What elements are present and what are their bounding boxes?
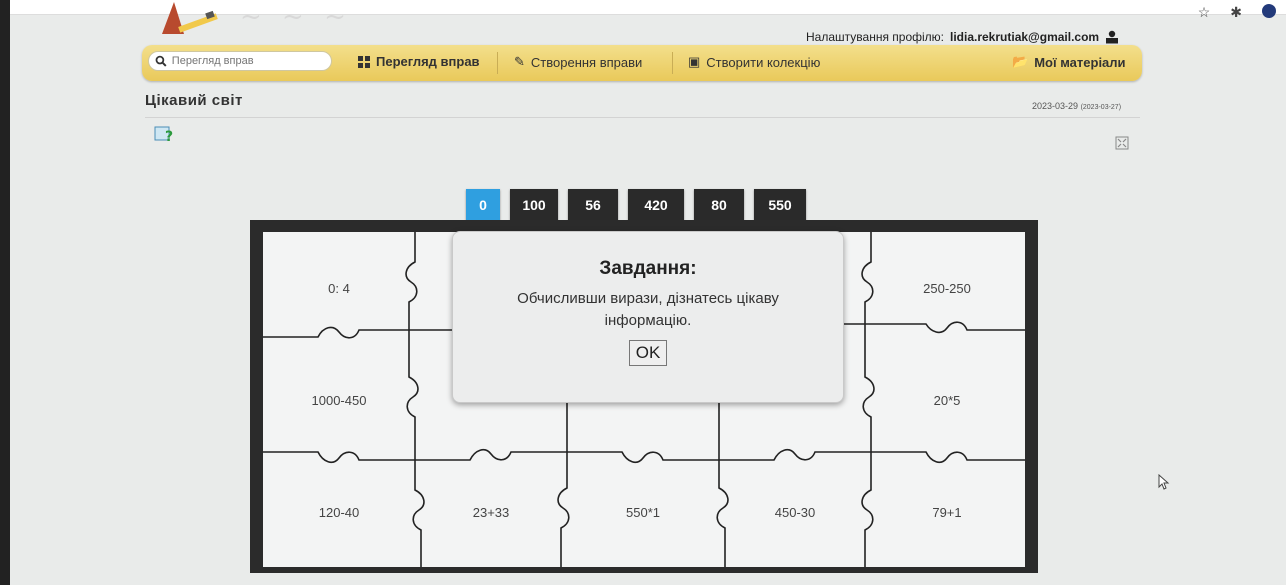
grid-icon [358,55,370,68]
answer-tile[interactable]: 550 [754,189,806,221]
puzzle-piece[interactable]: 1000-450 [263,344,415,456]
star-icon[interactable]: ☆ [1198,4,1211,21]
my-materials-button[interactable]: 📂 Мої матеріали [1012,54,1126,70]
answer-tile[interactable]: 0 [466,189,500,221]
answer-tile[interactable]: 80 [694,189,744,221]
title-divider [145,117,1140,118]
ok-button[interactable]: OK [628,340,668,366]
answer-tiles: 0 100 56 420 80 550 [466,189,806,221]
search-icon [155,55,167,67]
answer-tile[interactable]: 56 [568,189,618,221]
search-box[interactable] [148,51,332,71]
toolbar-divider [672,52,673,74]
view-exercises-label: Перегляд вправ [376,54,480,69]
profile-email[interactable]: lidia.rekrutiak@gmail.com [950,30,1099,44]
puzzle-piece[interactable]: 20*5 [871,344,1023,456]
toolbar-divider [497,52,498,74]
page-title: Цікавий світ [145,92,243,109]
svg-text:?: ? [165,129,173,144]
collection-icon: ▣ [688,54,701,69]
puzzle-piece[interactable]: 550*1 [567,456,719,568]
puzzle-piece[interactable]: 23+33 [415,456,567,568]
page-date: 2023-03-29 (2023-03-27) [1032,101,1121,111]
main-toolbar: Перегляд вправ ✎ Створення вправи ▣ Ство… [142,45,1142,81]
site-logo[interactable] [160,0,240,40]
fullscreen-icon[interactable] [1115,136,1129,150]
puzzle-piece[interactable]: 0: 4 [263,232,415,344]
answer-tile[interactable]: 420 [628,189,684,221]
puzzle-piece[interactable]: 250-250 [871,232,1023,344]
puzzle-piece[interactable]: 79+1 [871,456,1023,568]
user-icon[interactable] [1105,30,1119,44]
browser-avatar[interactable] [1262,4,1276,18]
dialog-text: Обчисливши вирази, дізнатесь цікаву інфо… [517,290,779,329]
profile-label: Налаштування профілю: [806,30,944,44]
date-secondary: (2023-03-27) [1080,104,1122,111]
puzzle-piece[interactable]: 120-40 [263,456,415,568]
create-collection-label: Створити колекцію [706,54,821,70]
create-exercise-label: Створення вправи [530,54,643,70]
dialog-title: Завдання: [599,258,697,279]
pencil-icon: ✎ [514,54,525,69]
screen-bezel [0,0,10,585]
my-materials-label: Мої матеріали [1034,54,1126,70]
browser-icons: ☆ ✱ [1198,4,1276,21]
create-collection-button[interactable]: ▣ Створити колекцію [688,54,820,70]
logo-wordmark-faded: ~ ~ ~ [240,2,352,32]
puzzle-piece[interactable]: 450-30 [719,456,871,568]
create-exercise-button[interactable]: ✎ Створення вправи [514,54,642,70]
mouse-cursor-icon [1158,474,1170,490]
view-exercises-button[interactable]: Перегляд вправ [358,54,480,69]
date-main: 2023-03-29 [1032,101,1079,111]
answer-tile[interactable]: 100 [510,189,558,221]
task-dialog: Завдання: Обчисливши вирази, дізнатесь ц… [452,231,844,403]
edit-help-icon[interactable]: ? [154,124,176,144]
profile-settings[interactable]: Налаштування профілю: lidia.rekrutiak@gm… [806,30,1119,44]
search-input[interactable] [169,54,331,68]
folder-icon: 📂 [1012,54,1029,69]
extensions-icon[interactable]: ✱ [1230,4,1242,21]
